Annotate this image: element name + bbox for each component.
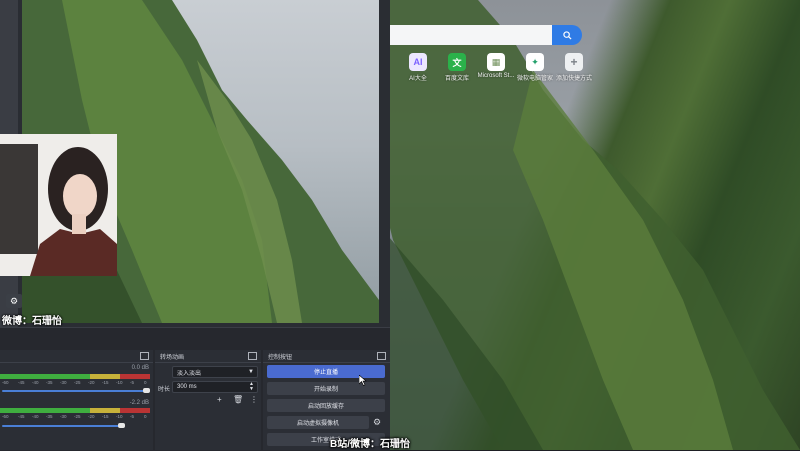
shortcut-label: AI大全 <box>409 76 427 82</box>
audio-mixer-dock: 0.0 dB -60 -45 -40 -35 -30 -25 -20 -15 -… <box>0 350 153 450</box>
controls-header: 控制按钮 <box>263 350 390 363</box>
gear-icon[interactable]: ⚙ <box>6 294 22 308</box>
shortcut-label: 添加快捷方式 <box>555 76 592 82</box>
transition-select-value: 淡入淡出 <box>177 370 202 377</box>
duration-value: 300 ms <box>177 384 197 390</box>
transitions-title: 转场动画 <box>160 354 185 361</box>
preview-caption: 微博：石珊怡 <box>2 316 62 327</box>
audio-mixer-header <box>0 350 153 363</box>
shortcut-microsoft-store[interactable]: ▦ Microsoft St... <box>476 53 516 79</box>
channel-db-readout: 0.0 dB <box>131 365 149 371</box>
volume-slider[interactable] <box>2 390 148 392</box>
shortcut-label: Microsoft St... <box>477 73 515 79</box>
ai-icon: AI <box>409 53 427 71</box>
volume-meter <box>0 374 152 379</box>
volume-slider-knob[interactable] <box>118 423 125 428</box>
start-recording-button[interactable]: 开始录制 <box>267 382 385 395</box>
shortcut-baidu-wenku[interactable]: 文 百度文库 <box>437 53 477 82</box>
gear-icon[interactable]: ⚙ <box>373 417 381 428</box>
popout-icon[interactable] <box>248 352 257 360</box>
search-input[interactable] <box>386 25 552 45</box>
more-options-icon[interactable]: ⋮ <box>250 395 258 404</box>
shortcut-label: 百度文库 <box>444 76 469 82</box>
baidu-wenku-icon: 文 <box>448 53 466 71</box>
shortcut-label: 微软电脑管家 <box>516 76 553 82</box>
shortcut-ai[interactable]: AI AI大全 <box>398 53 438 82</box>
controls-title: 控制按钮 <box>268 354 293 361</box>
transition-select[interactable]: 淡入淡出 ▼ <box>172 366 258 378</box>
streamer-webcam-image <box>0 134 117 276</box>
channel-db-readout: -2.2 dB <box>129 400 149 406</box>
search-button[interactable] <box>552 25 582 45</box>
popout-icon[interactable] <box>377 352 386 360</box>
shortcut-add[interactable]: + 添加快捷方式 <box>554 53 594 82</box>
start-replay-buffer-button[interactable]: 启动回放缓存 <box>267 399 385 412</box>
duration-input[interactable]: 300 ms ▲ ▼ <box>172 381 258 393</box>
trash-icon[interactable]: 🗑 <box>233 395 243 404</box>
duration-label: 时长 <box>158 387 171 393</box>
transitions-header: 转场动画 <box>155 350 261 363</box>
stop-streaming-button[interactable]: 停止直播 <box>267 365 385 378</box>
add-icon[interactable]: + <box>217 395 222 404</box>
bottom-caption: B站/微博：石珊怡 <box>330 439 410 450</box>
start-virtual-camera-button[interactable]: 启动虚拟摄像机 <box>267 416 369 429</box>
volume-meter <box>0 408 152 413</box>
search-icon <box>562 30 572 40</box>
microsoft-store-icon: ▦ <box>487 53 505 71</box>
webcam-overlay <box>0 134 117 276</box>
popout-icon[interactable] <box>140 352 149 360</box>
spin-arrows-icon[interactable]: ▲ ▼ <box>249 382 254 392</box>
add-icon: + <box>565 53 583 71</box>
transitions-dock: 转场动画 淡入淡出 ▼ 时长 300 ms ▲ ▼ + 🗑 ⋮ <box>155 350 261 450</box>
volume-slider[interactable] <box>2 425 122 427</box>
shortcut-pc-manager[interactable]: ✦ 微软电脑管家 <box>515 53 555 82</box>
mouse-cursor-icon <box>359 375 367 386</box>
chevron-down-icon: ▼ <box>248 369 254 375</box>
volume-slider-knob[interactable] <box>143 388 150 393</box>
pc-manager-icon: ✦ <box>526 53 544 71</box>
